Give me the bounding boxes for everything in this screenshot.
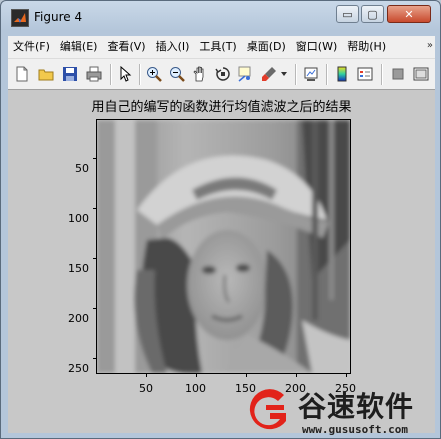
y-tick-label: 150 (68, 262, 89, 275)
watermark-url: www.gususoft.com (302, 423, 408, 436)
plot-title: 用自己的编写的函数进行均值滤波之后的结果 (91, 100, 352, 115)
title-bar[interactable]: Figure 4 ▭ ▢ ✕ (1, 1, 440, 33)
zoom-in-icon[interactable] (145, 65, 163, 83)
show-plot-tools-icon[interactable] (412, 65, 430, 83)
y-tick-label: 100 (68, 212, 89, 225)
toolbar-separator (110, 64, 112, 85)
y-tick-label: 250 (68, 362, 89, 375)
window-title: Figure 4 (34, 10, 83, 24)
hide-plot-tools-icon[interactable] (389, 65, 407, 83)
figure-toolbar (8, 58, 435, 90)
edit-plot-arrow-icon[interactable] (116, 65, 134, 83)
y-tick-label: 200 (68, 312, 89, 325)
minimize-button[interactable]: ▭ (336, 5, 359, 23)
toolbar-separator (295, 64, 297, 85)
filtered-lena-image (97, 120, 350, 373)
figure-window: Figure 4 ▭ ▢ ✕ 文件(F) 编辑(E) 查看(V) 插入(I) 工… (0, 0, 441, 439)
colorbar-icon[interactable] (333, 65, 351, 83)
toolbar-separator (381, 64, 383, 85)
maximize-icon: ▢ (367, 7, 378, 21)
site-watermark: 谷速软件 www.gususoft.com (240, 383, 441, 439)
watermark-brand: 谷速软件 (298, 390, 415, 423)
menu-overflow-icon[interactable]: » (427, 40, 433, 51)
link-plot-icon[interactable] (302, 65, 320, 83)
new-figure-icon[interactable] (13, 65, 31, 83)
menu-desktop[interactable]: 桌面(D) (242, 36, 291, 58)
print-icon[interactable] (85, 65, 103, 83)
save-icon[interactable] (61, 65, 79, 83)
menu-file[interactable]: 文件(F) (8, 36, 55, 58)
menu-edit[interactable]: 编辑(E) (55, 36, 103, 58)
open-file-icon[interactable] (37, 65, 55, 83)
y-tick-label: 50 (75, 162, 89, 175)
menu-view[interactable]: 查看(V) (102, 36, 150, 58)
close-button[interactable]: ✕ (387, 5, 431, 23)
matlab-logo-icon (11, 9, 29, 27)
brush-dropdown-icon[interactable] (279, 65, 289, 83)
rotate-3d-icon[interactable] (214, 65, 232, 83)
menu-tools[interactable]: 工具(T) (194, 36, 241, 58)
toolbar-separator (139, 64, 141, 85)
x-tick-label: 50 (139, 382, 153, 395)
maximize-button[interactable]: ▢ (361, 5, 384, 23)
brush-icon[interactable] (260, 65, 278, 83)
gususoft-logo-icon (249, 389, 286, 430)
menu-bar: 文件(F) 编辑(E) 查看(V) 插入(I) 工具(T) 桌面(D) 窗口(W… (8, 36, 435, 58)
minimize-icon: ▭ (342, 7, 353, 21)
zoom-out-icon[interactable] (168, 65, 186, 83)
menu-insert[interactable]: 插入(I) (151, 36, 195, 58)
data-cursor-icon[interactable] (237, 65, 255, 83)
image-axes[interactable] (93, 119, 351, 377)
legend-icon[interactable] (356, 65, 374, 83)
menu-help[interactable]: 帮助(H) (342, 36, 391, 58)
close-icon: ✕ (404, 7, 414, 21)
x-tick-label: 100 (185, 382, 206, 395)
pan-hand-icon[interactable] (191, 65, 209, 83)
toolbar-separator (326, 64, 328, 85)
menu-window[interactable]: 窗口(W) (291, 36, 342, 58)
figure-canvas: 用自己的编写的函数进行均值滤波之后的结果 50 100 150 200 250 … (8, 90, 435, 433)
